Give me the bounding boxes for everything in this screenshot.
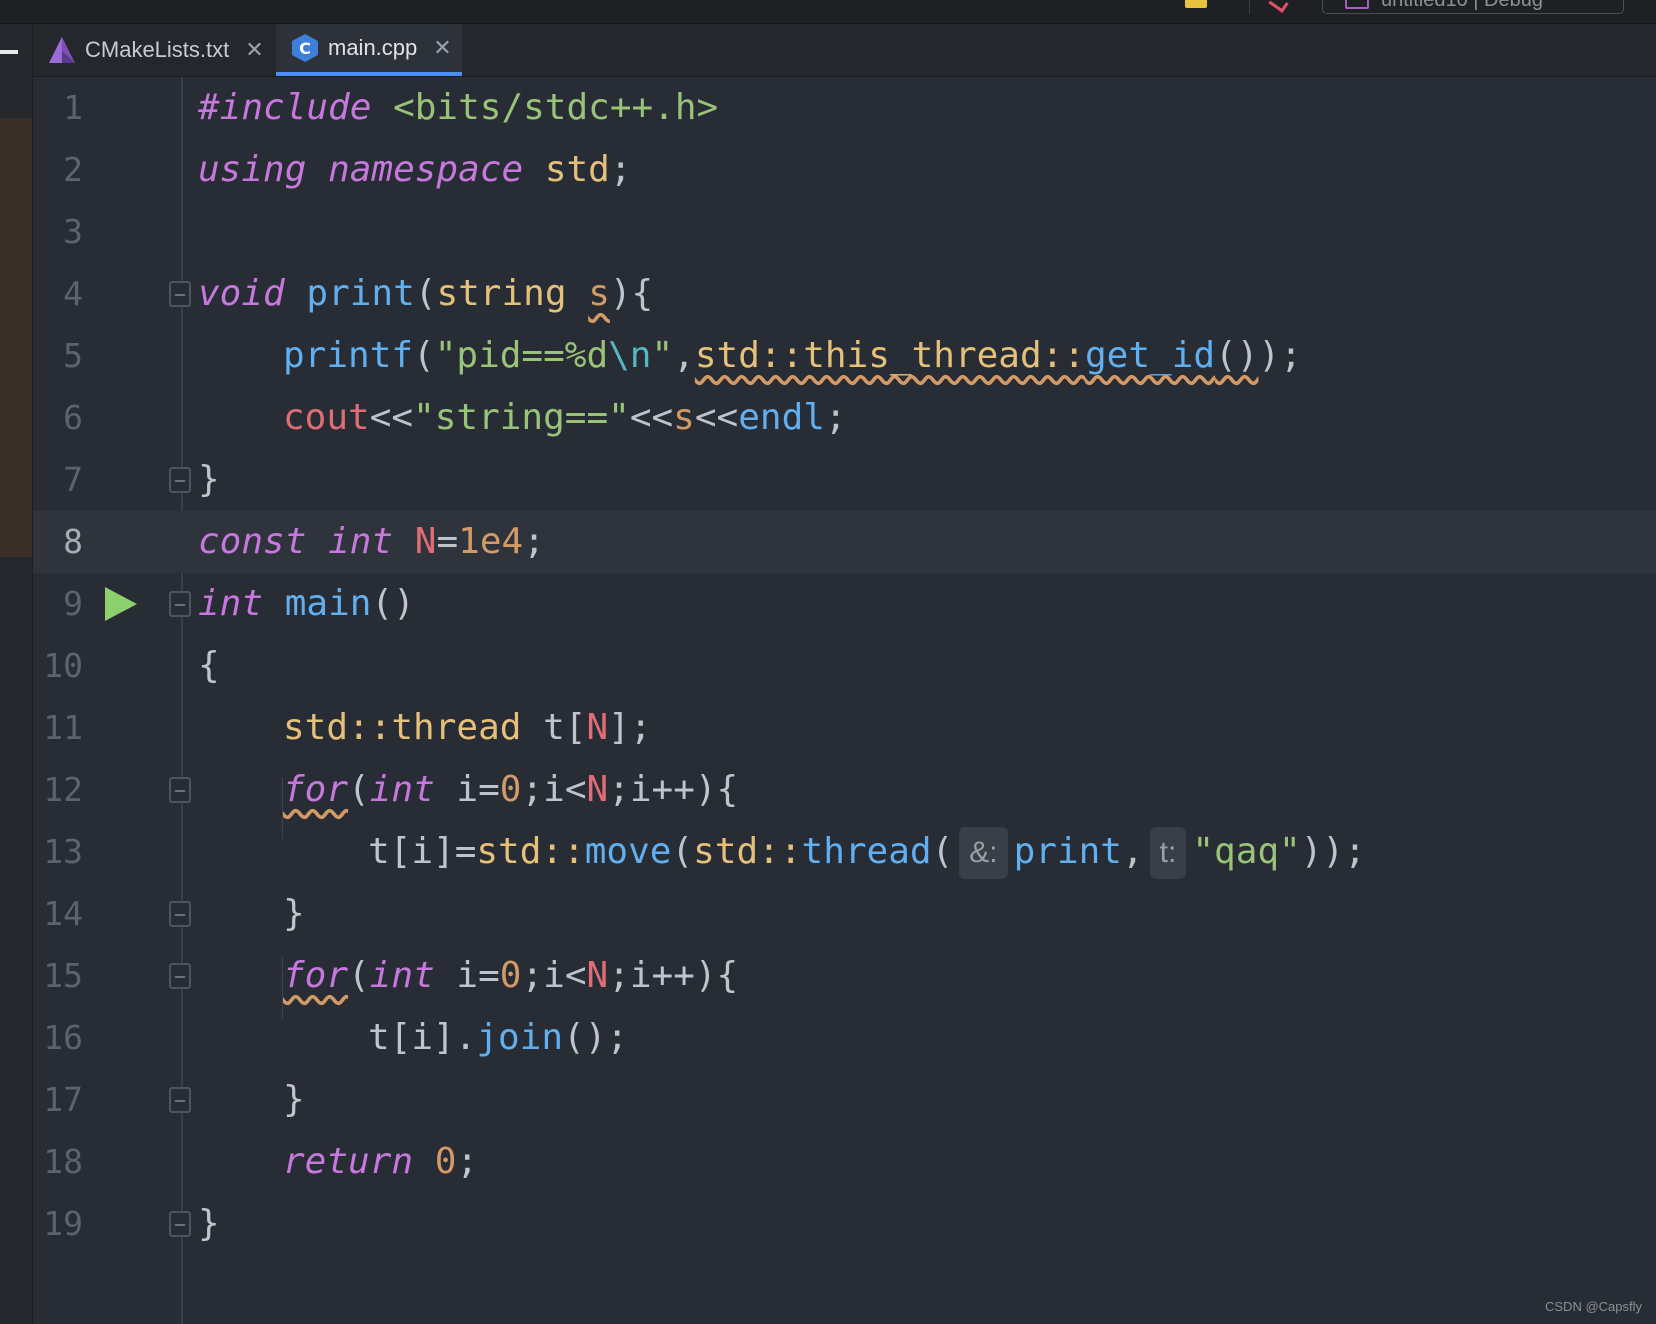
code-line[interactable]: 1 #include <bits/stdc++.h> [33,77,1656,139]
line-number: 16 [43,1018,83,1057]
code-line[interactable]: 15 for(int i=0;i<N;i++){ [33,945,1656,1007]
code-text: using namespace std; [198,149,632,190]
code-text: printf("pid==%d\n",std::this_thread::get… [283,335,1302,376]
parameter-hint: &: [959,827,1008,879]
close-icon[interactable]: ✕ [433,35,451,61]
code-text: } [283,1079,305,1120]
line-number: 15 [43,956,83,995]
watermark: CSDN @Capsfly [1545,1299,1642,1314]
line-number: 3 [63,212,83,251]
code-line[interactable]: 13 t[i]=std::move(std::thread(&: print, t:… [33,821,1656,883]
fold-toggle-icon[interactable] [169,281,191,307]
line-number: 1 [63,88,83,127]
parameter-hint: t: [1149,827,1187,879]
change-marker-strip [0,118,32,557]
code-text: } [198,459,220,500]
code-line[interactable]: 12 for(int i=0;i<N;i++){ [33,759,1656,821]
code-text: for(int i=0;i<N;i++){ [283,769,739,810]
line-number: 11 [43,708,83,747]
code-line[interactable]: 17 } [33,1069,1656,1131]
code-line[interactable]: 18 return 0; [33,1131,1656,1193]
left-tool-strip [0,24,33,1324]
fold-toggle-icon[interactable] [169,777,191,803]
code-editor[interactable]: 1 #include <bits/stdc++.h> 2 using names… [33,77,1656,1324]
code-text: int main() [198,583,415,624]
code-text: t[i].join(); [368,1017,629,1058]
tool-window-toggle[interactable] [0,50,18,54]
code-text: } [283,893,305,934]
tab-cmakelists[interactable]: CMakeLists.txt ✕ [33,24,276,76]
title-bar: untitled10 | Debug [0,0,1656,24]
code-text: } [198,1203,220,1244]
fold-end-icon[interactable] [169,901,191,927]
code-text: cout<<"string=="<<s<<endl; [283,397,847,438]
line-number: 12 [43,770,83,809]
line-number: 19 [43,1204,83,1243]
line-number: 4 [63,274,83,313]
code-text: { [198,645,220,686]
code-text: t[i]=std::move(std::thread(&: print, t: "qa… [368,821,1366,883]
code-text: std::thread t[N]; [283,707,652,748]
code-text: for(int i=0;i<N;i++){ [283,955,739,996]
code-line[interactable]: 7 } [33,449,1656,511]
line-number: 17 [43,1080,83,1119]
code-line[interactable]: 3 [33,201,1656,263]
line-number: 7 [63,460,83,499]
fold-end-icon[interactable] [169,1211,191,1237]
bookmark-flag-icon[interactable] [1185,0,1207,8]
code-text: void print(string s){ [198,273,654,314]
cmake-config-icon [1345,0,1369,9]
run-configuration-selector[interactable]: untitled10 | Debug [1322,0,1624,14]
code-line[interactable]: 11 std::thread t[N]; [33,697,1656,759]
fold-end-icon[interactable] [169,467,191,493]
editor-tab-bar: CMakeLists.txt ✕ C main.cpp ✕ [33,24,1656,77]
cpp-file-icon: C [292,34,318,62]
tab-main-cpp[interactable]: C main.cpp ✕ [276,24,462,76]
build-hammer-icon[interactable] [1268,0,1289,13]
line-number: 2 [63,150,83,189]
code-line[interactable]: 4 void print(string s){ [33,263,1656,325]
fold-toggle-icon[interactable] [169,591,191,617]
line-number: 13 [43,832,83,871]
toolbar-divider [1249,0,1250,14]
code-text: const int N=1e4; [198,521,545,562]
line-number: 6 [63,398,83,437]
line-number: 10 [43,646,83,685]
close-icon[interactable]: ✕ [245,37,263,63]
fold-toggle-icon[interactable] [169,963,191,989]
code-line[interactable]: 19 } [33,1193,1656,1255]
line-number: 18 [43,1142,83,1181]
code-line[interactable]: 10 { [33,635,1656,697]
cmake-icon [49,37,75,63]
code-line-current[interactable]: 8 const int N=1e4; [33,511,1656,573]
code-line[interactable]: 2 using namespace std; [33,139,1656,201]
run-configuration-label: untitled10 | Debug [1381,0,1543,11]
tab-label: CMakeLists.txt [85,37,230,62]
code-line[interactable]: 16 t[i].join(); [33,1007,1656,1069]
code-line[interactable]: 6 cout<<"string=="<<s<<endl; [33,387,1656,449]
code-line[interactable]: 5 printf("pid==%d\n",std::this_thread::g… [33,325,1656,387]
code-line[interactable]: 9 int main() [33,573,1656,635]
line-number: 8 [63,522,83,561]
line-number: 5 [63,336,83,375]
code-line[interactable]: 14 } [33,883,1656,945]
run-play-icon[interactable] [105,587,137,621]
tab-label: main.cpp [328,35,418,60]
code-text: #include <bits/stdc++.h> [198,87,719,128]
svg-text:C: C [299,39,311,58]
fold-end-icon[interactable] [169,1087,191,1113]
line-number: 14 [43,894,83,933]
code-text: return 0; [283,1141,479,1182]
line-number: 9 [63,584,83,623]
